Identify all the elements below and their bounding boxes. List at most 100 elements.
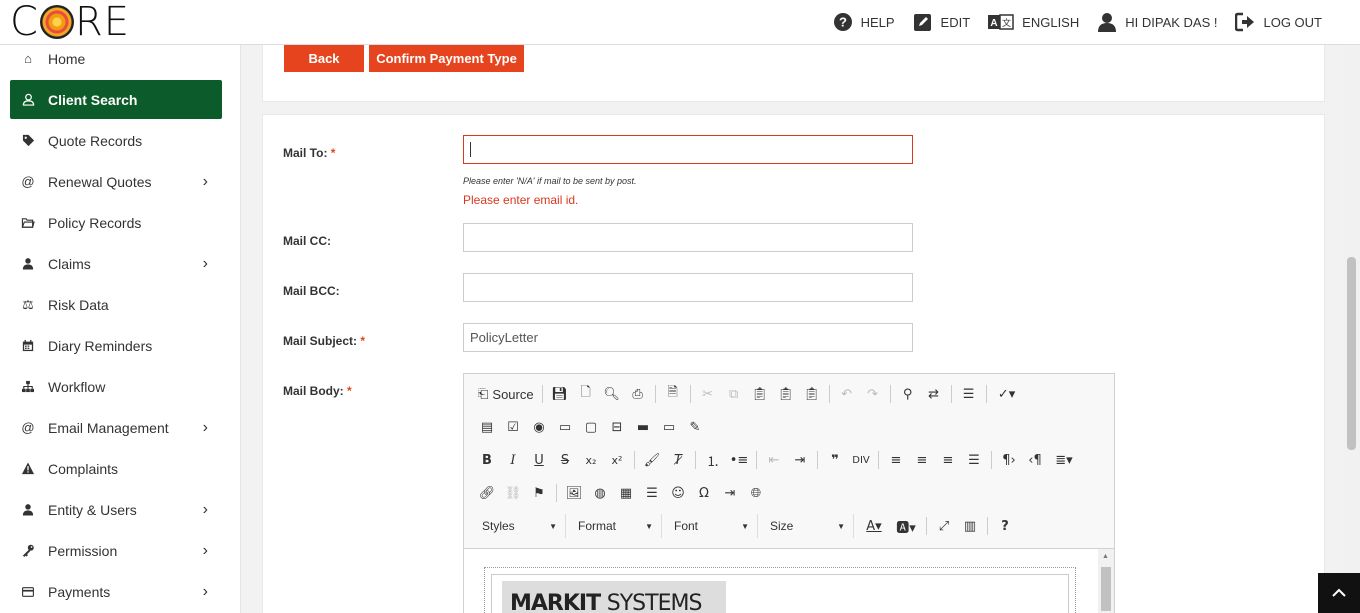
bold-icon[interactable]: B	[474, 448, 500, 472]
indent-icon[interactable]: ⇥	[787, 448, 813, 472]
hidden-field-icon[interactable]: ✎	[682, 415, 708, 439]
mail-cc-input[interactable]	[463, 223, 913, 252]
align-center-icon[interactable]: ≡	[909, 448, 935, 472]
page-scrollbar[interactable]	[1343, 0, 1360, 613]
format-dropdown[interactable]: Format ▼	[570, 514, 662, 538]
underline-icon[interactable]: U	[526, 448, 552, 472]
editor-content-area[interactable]: MARKIT SYSTEMS ▲	[464, 548, 1114, 613]
radio-icon[interactable]: ◉	[526, 415, 552, 439]
link-icon[interactable]: 🔗︎	[474, 481, 500, 505]
image-button-icon[interactable]: ▭	[656, 415, 682, 439]
sidebar-item-renewal-quotes[interactable]: @ Renewal Quotes ›	[10, 162, 222, 201]
sidebar-item-email-management[interactable]: @ Email Management ›	[10, 408, 222, 447]
sidebar-item-client-search[interactable]: Client Search	[10, 80, 222, 119]
subscript-icon[interactable]: x₂	[578, 448, 604, 472]
mail-bcc-input[interactable]	[463, 273, 913, 302]
justify-icon[interactable]: ☰	[961, 448, 987, 472]
show-blocks-icon[interactable]: ▥	[957, 514, 983, 538]
user-menu[interactable]: HI DIPAK DAS !	[1097, 12, 1217, 32]
checkbox-icon[interactable]: ☑	[500, 415, 526, 439]
size-dropdown[interactable]: Size ▼	[762, 514, 854, 538]
save-icon[interactable]: 💾︎	[547, 382, 573, 406]
scroll-up-arrow-icon[interactable]: ▲	[1102, 553, 1109, 560]
about-help-icon[interactable]: ?	[992, 514, 1018, 538]
table-icon[interactable]: ▦	[613, 481, 639, 505]
iframe-globe-icon[interactable]: 🌐︎	[743, 481, 769, 505]
sidebar-item-diary-reminders[interactable]: Diary Reminders	[10, 326, 222, 365]
templates-icon[interactable]: 🗎	[660, 382, 686, 406]
anchor-flag-icon[interactable]: ⚑	[526, 481, 552, 505]
mail-subject-input[interactable]: PolicyLetter	[463, 323, 913, 352]
select-field-icon[interactable]: ⊟	[604, 415, 630, 439]
edit-link[interactable]: EDIT	[913, 12, 970, 32]
image-icon[interactable]: 🖼︎	[561, 481, 587, 505]
sidebar-item-workflow[interactable]: Workflow	[10, 367, 222, 406]
confirm-payment-type-button[interactable]: Confirm Payment Type	[369, 45, 524, 72]
outdent-icon[interactable]: ⇤	[761, 448, 787, 472]
print-icon[interactable]: ⎙	[625, 382, 651, 406]
textfield-icon[interactable]: ▭	[552, 415, 578, 439]
bulleted-list-icon[interactable]: •≡	[726, 448, 752, 472]
sidebar-item-permission[interactable]: Permission ›	[10, 531, 222, 570]
styles-dropdown[interactable]: Styles ▼	[474, 514, 566, 538]
preview-icon[interactable]: 🔍︎	[599, 382, 625, 406]
text-color-icon[interactable]: A▾	[858, 514, 890, 538]
source-button[interactable]: ⎗ Source	[474, 382, 538, 406]
sidebar-item-payments[interactable]: Payments ›	[10, 572, 222, 611]
spellcheck-icon[interactable]: ✓▾	[991, 382, 1023, 406]
div-container-icon[interactable]: DIV	[848, 448, 874, 472]
editor-scrollbar-thumb[interactable]	[1101, 567, 1111, 611]
horizontal-line-icon[interactable]: ☰	[639, 481, 665, 505]
sidebar-item-complaints[interactable]: Complaints	[10, 449, 222, 488]
select-all-icon[interactable]: ☰	[956, 382, 982, 406]
align-left-icon[interactable]: ≡	[883, 448, 909, 472]
redo-icon[interactable]: ↷	[860, 382, 886, 406]
back-button[interactable]: Back	[284, 45, 364, 72]
unlink-icon[interactable]: ⛓	[500, 481, 526, 505]
paste-text-icon[interactable]: 📋︎	[773, 382, 799, 406]
paste-icon[interactable]: 📋︎	[747, 382, 773, 406]
flash-icon[interactable]: ◍	[587, 481, 613, 505]
sidebar-item-home[interactable]: ⌂ Home	[10, 45, 222, 78]
copy-format-icon[interactable]: 🖌︎	[639, 448, 665, 472]
italic-icon[interactable]: I	[500, 448, 526, 472]
special-char-icon[interactable]: Ω	[691, 481, 717, 505]
page-break-icon[interactable]: ⇥	[717, 481, 743, 505]
text-direction-rtl-icon[interactable]: ‹¶	[1022, 448, 1048, 472]
align-right-icon[interactable]: ≡	[935, 448, 961, 472]
sidebar-item-claims[interactable]: Claims ›	[10, 244, 222, 283]
logout-link[interactable]: LOG OUT	[1235, 12, 1322, 32]
help-link[interactable]: ? HELP	[833, 12, 895, 32]
find-icon[interactable]: ⚲	[895, 382, 921, 406]
new-page-icon[interactable]: 🗋	[573, 382, 599, 406]
font-dropdown[interactable]: Font ▼	[666, 514, 758, 538]
remove-format-icon[interactable]: T̷	[665, 448, 691, 472]
background-color-icon[interactable]: 🅰︎▾	[890, 514, 922, 538]
editor-scrollbar[interactable]: ▲	[1098, 549, 1114, 613]
language-link[interactable]: A文 ENGLISH	[988, 12, 1079, 32]
replace-icon[interactable]: ⇄	[921, 382, 947, 406]
mail-to-input[interactable]	[463, 135, 913, 164]
text-direction-ltr-icon[interactable]: ¶›	[996, 448, 1022, 472]
language-picker-icon[interactable]: ≣▾	[1048, 448, 1080, 472]
superscript-icon[interactable]: x²	[604, 448, 630, 472]
cut-icon[interactable]: ✂	[695, 382, 721, 406]
sidebar-item-quote-records[interactable]: Quote Records	[10, 121, 222, 160]
textarea-icon[interactable]: ▢	[578, 415, 604, 439]
page-scrollbar-thumb[interactable]	[1347, 257, 1356, 450]
smiley-icon[interactable]: ☺	[665, 481, 691, 505]
strikethrough-icon[interactable]: S	[552, 448, 578, 472]
undo-icon[interactable]: ↶	[834, 382, 860, 406]
sidebar-item-entity-users[interactable]: Entity & Users ›	[10, 490, 222, 529]
sidebar-item-risk-data[interactable]: ⚖ Risk Data	[10, 285, 222, 324]
blockquote-icon[interactable]: ❞	[822, 448, 848, 472]
sidebar-item-policy-records[interactable]: Policy Records	[10, 203, 222, 242]
paste-word-icon[interactable]: 📋︎	[799, 382, 825, 406]
form-icon[interactable]: ▤	[474, 415, 500, 439]
scroll-to-top-button[interactable]	[1318, 573, 1360, 613]
core-logo[interactable]: C RE	[10, 2, 130, 42]
maximize-icon[interactable]: ⤢	[931, 514, 957, 538]
button-field-icon[interactable]: ▬	[630, 415, 656, 439]
copy-icon[interactable]: ⧉	[721, 382, 747, 406]
numbered-list-icon[interactable]: ⒈	[700, 448, 726, 472]
